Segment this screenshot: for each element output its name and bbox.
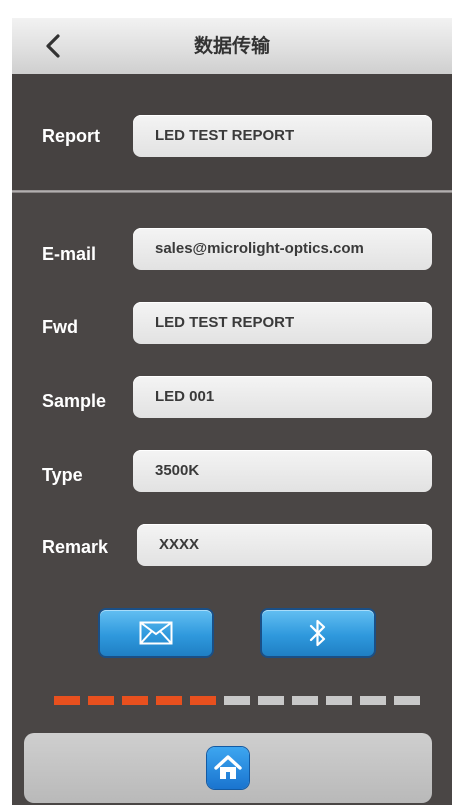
type-field[interactable]: 3500K (133, 450, 432, 492)
envelope-icon (139, 621, 173, 645)
progress-segment-empty (292, 696, 318, 705)
section-divider (12, 190, 452, 193)
fwd-label: Fwd (42, 317, 78, 337)
email-label: E-mail (42, 244, 97, 264)
app-screen: 数据传输 Report LED TEST REPORT E-mail sales… (12, 18, 452, 805)
chevron-left-icon (46, 34, 60, 58)
progress-segment-empty (326, 696, 352, 705)
progress-segment-empty (360, 696, 386, 705)
fwd-field[interactable]: LED TEST REPORT (133, 302, 432, 344)
report-label: Report (42, 126, 100, 146)
remark-label: Remark (42, 537, 109, 557)
progress-segment-empty (224, 696, 250, 705)
footer-bar (24, 733, 432, 803)
progress-segment-filled (122, 696, 148, 705)
home-icon (214, 755, 242, 779)
email-field[interactable]: sales@microlight-optics.com (133, 228, 432, 270)
page-title: 数据传输 (193, 35, 270, 57)
progress-indicator (54, 696, 420, 705)
home-button[interactable] (207, 747, 249, 789)
back-button[interactable] (38, 28, 68, 64)
report-field[interactable]: LED TEST REPORT (133, 115, 432, 157)
remark-field[interactable]: XXXX (137, 524, 432, 566)
bluetooth-button[interactable] (262, 610, 374, 656)
bluetooth-icon (309, 619, 326, 647)
type-label: Type (42, 465, 83, 485)
progress-segment-empty (258, 696, 284, 705)
progress-segment-filled (88, 696, 114, 705)
progress-segment-filled (190, 696, 216, 705)
progress-segment-empty (394, 696, 420, 705)
sample-label: Sample (42, 391, 107, 411)
header-bar: 数据传输 (12, 18, 452, 74)
progress-segment-filled (54, 696, 80, 705)
send-email-button[interactable] (100, 610, 212, 656)
report-section: Report LED TEST REPORT (12, 74, 452, 190)
progress-segment-filled (156, 696, 182, 705)
sample-field[interactable]: LED 001 (133, 376, 432, 418)
